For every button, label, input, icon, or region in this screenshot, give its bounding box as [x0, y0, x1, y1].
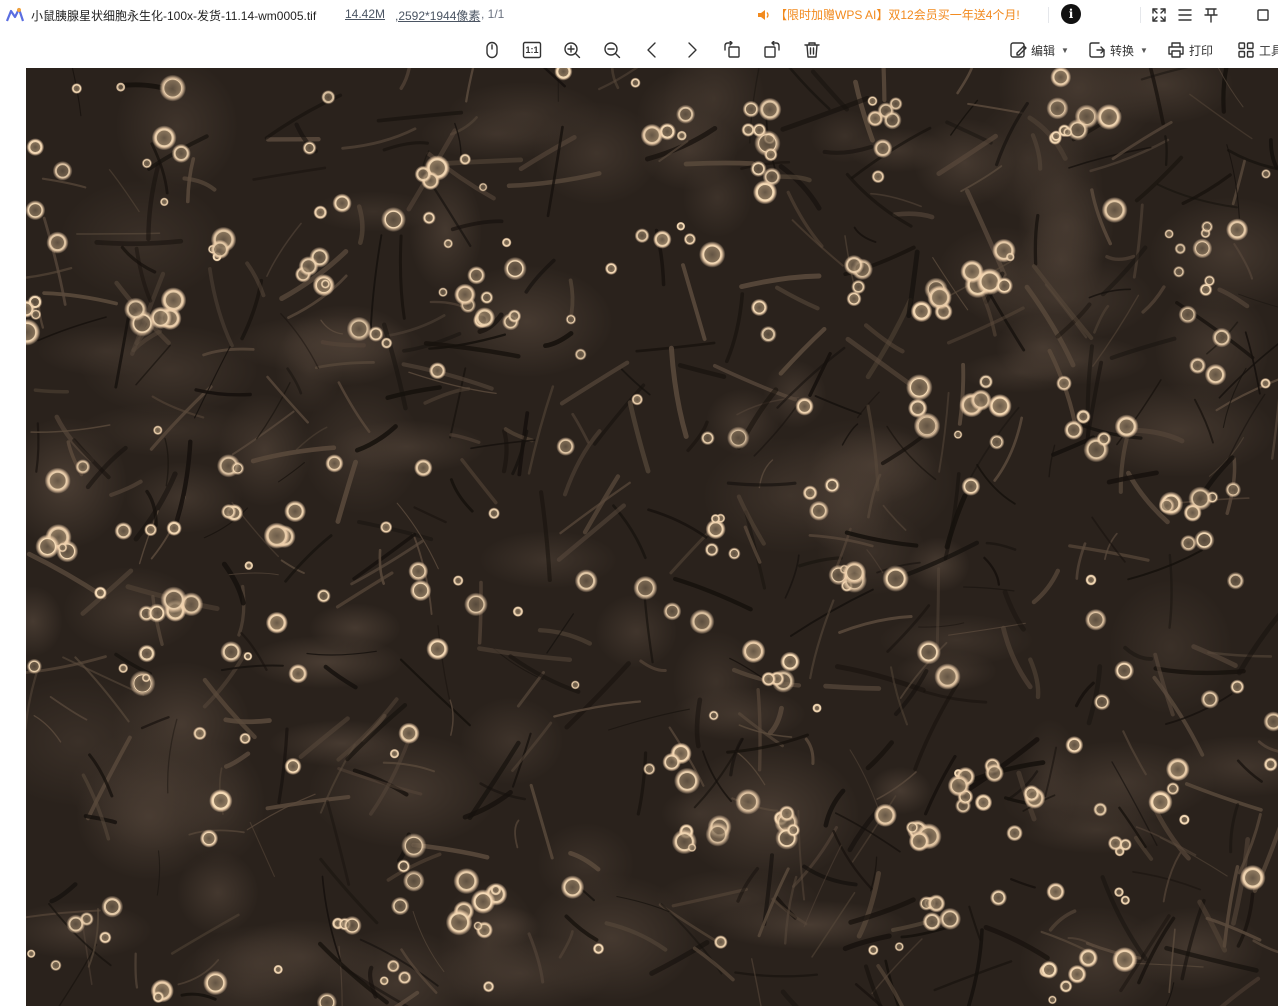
- avatar-letter: i: [1068, 7, 1074, 21]
- title-bar: 小鼠胰腺星状细胞永生化-100x-发货-11.14-wm0005.tif 14.…: [0, 0, 1278, 30]
- previous-button[interactable]: [640, 38, 664, 62]
- delete-icon: [804, 42, 820, 58]
- toolbar: 1:1 编辑 ▼ 转换 ▼ 打印 工具: [0, 30, 1278, 68]
- divider: [1048, 7, 1049, 23]
- promo-banner[interactable]: 【限时加赠WPS AI】双12会员买一年送4个月!: [757, 6, 1020, 23]
- file-name: 小鼠胰腺星状细胞永生化-100x-发货-11.14-wm0005.tif: [31, 9, 317, 23]
- tools-button[interactable]: 工具: [1237, 39, 1278, 61]
- pin-icon: [1204, 8, 1218, 23]
- actual-size-label: 1:1: [525, 45, 539, 55]
- tools-icon: [1238, 42, 1254, 58]
- next-button[interactable]: [680, 38, 704, 62]
- next-icon: [688, 42, 697, 58]
- rotate-left-icon: [724, 41, 740, 58]
- zoom-in-icon: [564, 42, 581, 59]
- fullscreen-button[interactable]: [1149, 5, 1169, 25]
- image-dimensions-link[interactable]: ,2592*1944像素: [395, 7, 480, 24]
- chevron-down-icon: ▼: [1140, 45, 1148, 55]
- page-info: , 1/1: [481, 7, 505, 21]
- zoom-in-button[interactable]: [560, 38, 584, 62]
- zoom-out-icon: [604, 42, 621, 59]
- pin-button[interactable]: [1201, 5, 1221, 25]
- convert-label: 转换: [1110, 43, 1135, 58]
- wps-logo-icon: [6, 7, 24, 22]
- print-label: 打印: [1189, 43, 1214, 58]
- maximize-button[interactable]: [1253, 5, 1273, 25]
- mouse-icon: [486, 41, 498, 59]
- edit-icon: [1010, 42, 1027, 58]
- actual-size-button[interactable]: 1:1: [520, 38, 544, 62]
- edit-button[interactable]: 编辑 ▼: [1009, 39, 1069, 61]
- tools-label: 工具: [1259, 43, 1278, 58]
- menu-button[interactable]: [1175, 5, 1195, 25]
- divider: [1140, 7, 1141, 23]
- edit-label: 编辑: [1031, 43, 1056, 58]
- fullscreen-icon: [1152, 8, 1166, 22]
- avatar[interactable]: i: [1061, 4, 1081, 24]
- zoom-out-button[interactable]: [600, 38, 624, 62]
- chevron-down-icon: ▼: [1061, 45, 1069, 55]
- image-viewer[interactable]: [26, 68, 1278, 1006]
- convert-button[interactable]: 转换 ▼: [1088, 39, 1148, 61]
- print-icon: [1168, 42, 1184, 58]
- previous-icon: [647, 42, 656, 58]
- menu-icon: [1178, 9, 1192, 21]
- speaker-icon: [758, 9, 769, 20]
- micrograph-image: [26, 68, 1278, 1006]
- rotate-right-button[interactable]: [760, 38, 784, 62]
- convert-icon: [1089, 42, 1105, 58]
- mouse-mode-button[interactable]: [480, 38, 504, 62]
- maximize-icon: [1257, 9, 1269, 21]
- rotate-left-button[interactable]: [720, 38, 744, 62]
- print-button[interactable]: 打印: [1167, 39, 1213, 61]
- delete-button[interactable]: [800, 38, 824, 62]
- rotate-right-icon: [764, 41, 780, 58]
- promo-text: 【限时加赠WPS AI】双12会员买一年送4个月!: [775, 8, 1020, 22]
- file-size-link[interactable]: 14.42M: [345, 7, 385, 21]
